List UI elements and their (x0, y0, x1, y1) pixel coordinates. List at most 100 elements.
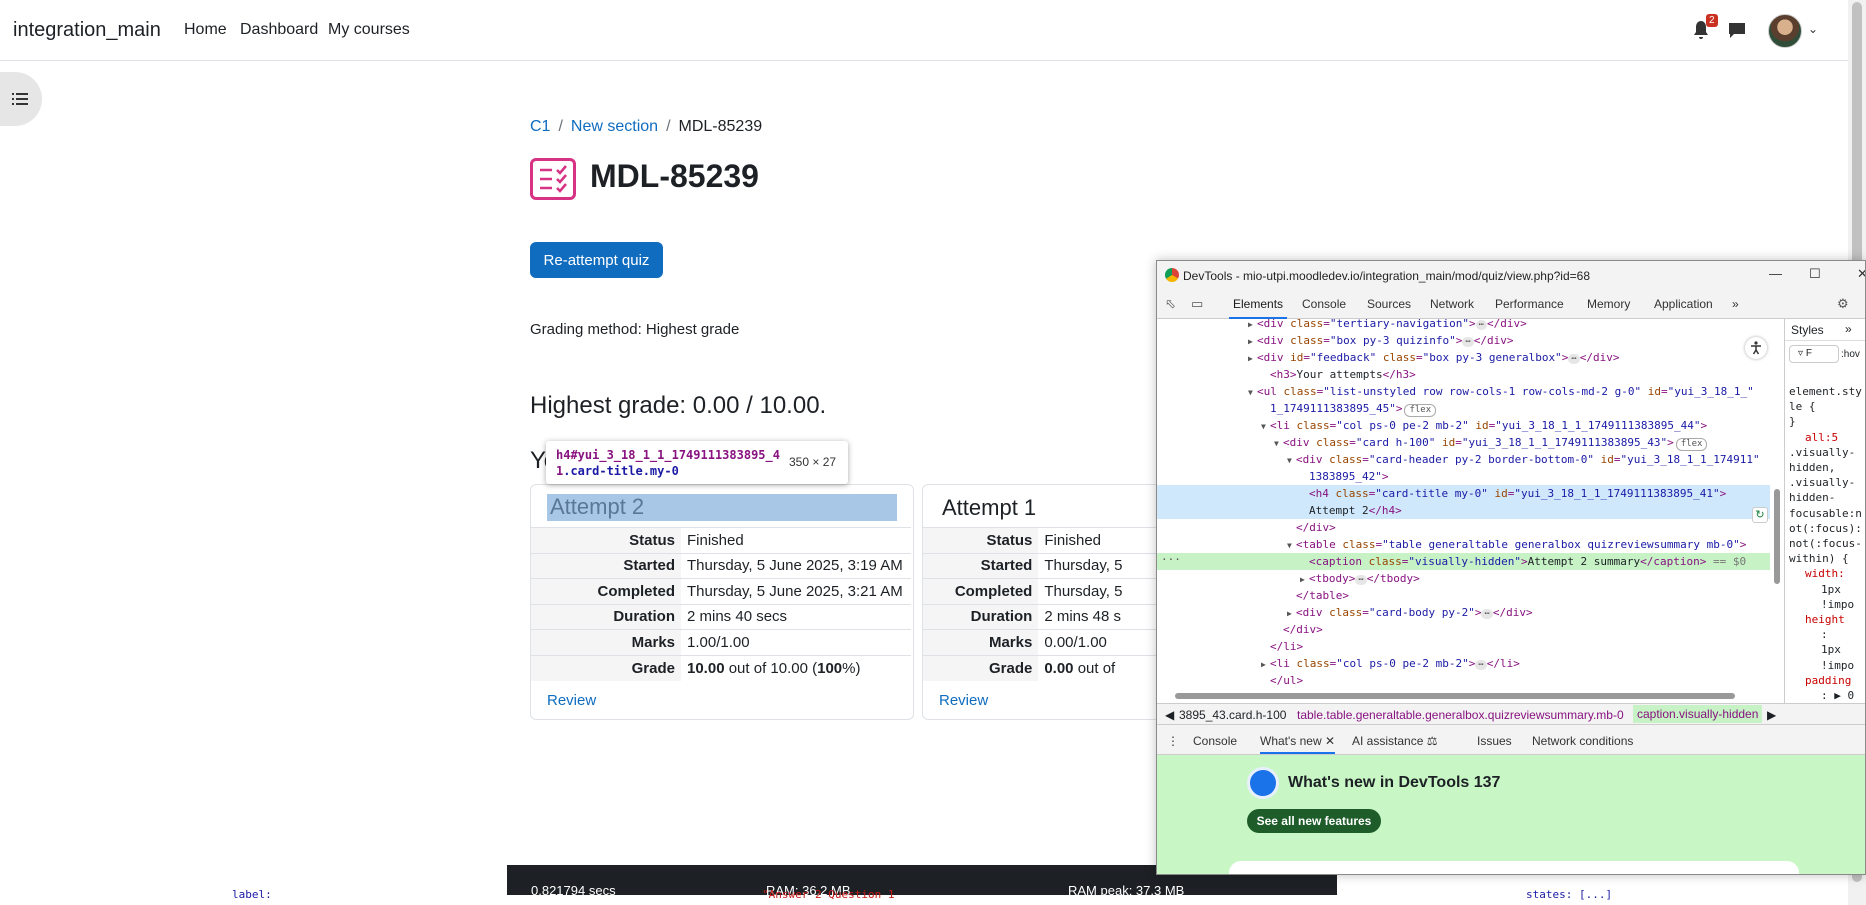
table-row: Status Finished (923, 527, 1181, 553)
drawer-tab-console[interactable]: Console (1193, 734, 1237, 748)
close-icon: ✕ (1325, 734, 1336, 748)
avatar[interactable] (1768, 14, 1802, 48)
devtools-tabbar: ⬁ ▭ Elements Console Sources Network Per… (1157, 289, 1865, 319)
tab-application[interactable]: Application (1654, 297, 1713, 311)
site-name[interactable]: integration_main (13, 19, 161, 42)
dom-node-line[interactable]: </ul> (1157, 672, 1777, 689)
see-all-features-button[interactable]: See all new features (1247, 809, 1381, 833)
style-rule-line: .visually- (1789, 476, 1856, 490)
breadcrumb-current: MDL-85239 (678, 118, 763, 135)
drawer-menu-icon[interactable]: ⋮ (1167, 734, 1179, 748)
dom-node-line[interactable]: <caption class="visually-hidden">Attempt… (1157, 553, 1777, 570)
background-console-states: states: [...] (1526, 888, 1613, 901)
chevron-left-icon[interactable]: ◀ (1165, 708, 1174, 722)
drawer-tab-ai-assistance[interactable]: AI assistance ⚖ (1352, 734, 1437, 748)
attempt-title: Attempt 1 (942, 495, 1037, 520)
chrome-icon (1165, 268, 1179, 282)
nav-home[interactable]: Home (184, 21, 227, 39)
devtools-titlebar: DevTools - mio-utpi.moodledev.io/integra… (1157, 261, 1865, 289)
style-rule-line: hidden, (1789, 461, 1836, 474)
tab-network[interactable]: Network (1430, 297, 1474, 311)
dom-node-line[interactable]: ▶ <tbody> ⋯ </tbody> (1157, 570, 1777, 587)
maximize-icon[interactable]: ☐ (1809, 266, 1821, 282)
minimize-icon[interactable]: — (1769, 266, 1782, 281)
style-rule-line: height (1805, 613, 1845, 626)
style-rule-line: 1px (1821, 582, 1841, 596)
grading-method: Grading method: Highest grade (530, 321, 740, 338)
styles-filter-input[interactable]: ▿ F (1789, 345, 1839, 363)
style-rule-line: 1px (1821, 643, 1841, 657)
chevron-right-icon[interactable]: ▶ (1767, 708, 1776, 722)
dom-breadcrumbs: ◀ 3895_43.card.h-100 table.table.general… (1157, 703, 1865, 725)
dom-node-line[interactable]: ▼ <ul class="list-unstyled row row-cols-1… (1157, 383, 1777, 400)
dom-node-line[interactable]: ▶ <li class="col ps-0 pe-2 mb-2"> ⋯ </li> (1157, 655, 1777, 672)
more-tabs-icon[interactable]: » (1732, 297, 1739, 311)
device-toolbar-icon[interactable]: ▭ (1191, 296, 1203, 312)
dom-node-line[interactable]: ▶ <div class="box py-3 quizinfo"> ⋯ </div> (1157, 332, 1777, 349)
devtools-title: DevTools - mio-utpi.moodledev.io/integra… (1183, 269, 1591, 283)
style-rule-line: .visually- (1789, 445, 1856, 459)
chevron-down-icon[interactable]: ⌄ (1808, 22, 1818, 36)
nav-my-courses[interactable]: My courses (328, 21, 410, 39)
tab-memory[interactable]: Memory (1587, 297, 1630, 311)
dom-scrollbar[interactable] (1770, 319, 1784, 691)
dom-horizontal-scrollbar[interactable] (1157, 689, 1784, 703)
background-console-answer: "Answer 2 Question 1 (762, 888, 895, 901)
node-actions-icon[interactable]: ··· (1161, 553, 1181, 566)
style-rule-line: within) { (1789, 552, 1849, 566)
table-row: Grade 10.00 out of 10.00 (100%) (531, 654, 911, 681)
quiz-icon (530, 158, 576, 200)
dom-node-line[interactable]: ▼ <div class="card h-100" id="yui_3_18_1_… (1157, 434, 1777, 451)
dom-node-line[interactable]: ▶ <div id="feedback" class="box py-3 gene… (1157, 349, 1777, 366)
more-panes-icon[interactable]: » (1845, 322, 1852, 336)
tab-performance[interactable]: Performance (1495, 297, 1564, 311)
tab-console[interactable]: Console (1302, 297, 1346, 311)
breadcrumb-c1[interactable]: C1 (530, 118, 550, 135)
tab-sources[interactable]: Sources (1367, 297, 1411, 311)
dom-node-line[interactable]: ▶ <div class="card-body py-2"> ⋯ </div> (1157, 604, 1777, 621)
dom-node-line[interactable]: </div> (1157, 519, 1777, 536)
hover-state-toggle[interactable]: :hov (1841, 349, 1860, 360)
drawer-tab-network-conditions[interactable]: Network conditions (1532, 734, 1633, 748)
dom-node-line[interactable]: ▶ <div class="tertiary-navigation"> ⋯ </div… (1157, 319, 1777, 332)
review-link[interactable]: Review (939, 692, 988, 709)
review-link[interactable]: Review (547, 692, 596, 709)
nav-dashboard[interactable]: Dashboard (240, 21, 318, 39)
dom-tree[interactable]: ▶ <div class="tertiary-navigation"> ⋯ </div… (1157, 319, 1784, 689)
close-icon[interactable]: ✕ (1857, 266, 1865, 282)
dom-node-line[interactable]: ▼ <div class="card-header py-2 border-bot… (1157, 451, 1777, 468)
dom-node-line[interactable]: ▼ <table class="table generaltable genera… (1157, 536, 1777, 553)
table-row: Marks 0.00/1.00 (923, 629, 1181, 655)
dom-node-line[interactable]: <h4 class="card-title my-0" id="yui_3_18… (1157, 485, 1777, 502)
style-rule-line: ot(:focus): (1789, 521, 1862, 535)
dom-crumb[interactable]: table.table.generaltable.generalbox.quiz… (1297, 708, 1624, 722)
dom-node-line[interactable]: <h3>Your attempts</h3> (1157, 366, 1777, 383)
table-row: Marks 1.00/1.00 (531, 629, 911, 655)
table-row: Started Thursday, 5 (923, 552, 1181, 579)
dom-node-line[interactable]: Attempt 2</h4> (1157, 502, 1777, 519)
inspect-element-icon[interactable]: ⬁ (1165, 296, 1176, 312)
drawer-tab-whats-new[interactable]: What's new ✕ (1260, 734, 1336, 754)
dom-node-line[interactable]: </li> (1157, 638, 1777, 655)
accessibility-icon[interactable] (1745, 337, 1767, 359)
dom-node-line[interactable]: 1_1749111383895_45"> flex (1157, 400, 1777, 417)
dom-node-line[interactable]: </div> (1157, 621, 1777, 638)
refresh-icon[interactable]: ↻ (1752, 507, 1768, 523)
dom-crumb[interactable]: 3895_43.card.h-100 (1179, 708, 1286, 722)
course-index-toggle[interactable] (0, 72, 42, 126)
gear-icon[interactable]: ⚙ (1837, 296, 1849, 312)
background-console-label: label: (232, 888, 272, 901)
style-rule-line: } (1789, 415, 1796, 429)
message-icon[interactable] (1728, 21, 1746, 39)
table-row: Duration 2 mins 48 s (923, 603, 1181, 630)
reattempt-quiz-button[interactable]: Re-attempt quiz (530, 242, 663, 278)
dom-node-line[interactable]: ▼ <li class="col ps-0 pe-2 mb-2" id="yui_… (1157, 417, 1777, 434)
dom-crumb-current[interactable]: caption.visually-hidden (1633, 705, 1763, 723)
dom-node-line[interactable]: </table> (1157, 587, 1777, 604)
style-rule-line: !impo (1821, 597, 1855, 611)
tab-styles[interactable]: Styles (1791, 323, 1824, 337)
tab-elements[interactable]: Elements (1228, 297, 1288, 319)
drawer-tab-issues[interactable]: Issues (1477, 734, 1512, 748)
dom-node-line[interactable]: 1383895_42"> (1157, 468, 1777, 485)
breadcrumb-new-section[interactable]: New section (571, 118, 658, 135)
